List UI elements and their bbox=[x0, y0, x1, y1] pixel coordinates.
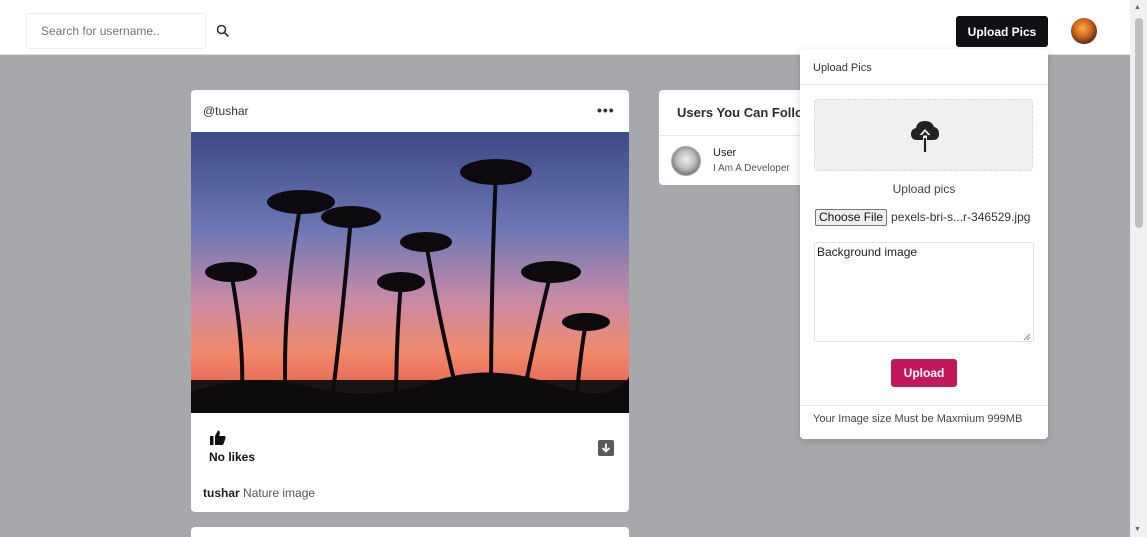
likes-count: No likes bbox=[209, 450, 256, 464]
suggested-user-bio: I Am A Developer bbox=[713, 163, 790, 174]
upload-submit-button[interactable]: Upload bbox=[891, 359, 957, 387]
selected-file-name: pexels-bri-s...r-346529.jpg bbox=[891, 210, 1031, 224]
search-input[interactable] bbox=[26, 13, 206, 49]
choose-file-button[interactable]: Choose File bbox=[815, 208, 888, 226]
scroll-up-icon[interactable]: ▲ bbox=[1134, 4, 1141, 11]
vertical-scrollbar[interactable]: ▲ ▼ bbox=[1130, 0, 1147, 537]
post-username[interactable]: @tushar bbox=[203, 104, 249, 118]
caption-username: tushar bbox=[203, 486, 240, 500]
suggested-user-name[interactable]: User bbox=[713, 147, 736, 159]
suggested-user-avatar[interactable] bbox=[671, 146, 701, 176]
divider bbox=[800, 84, 1048, 85]
avatar[interactable] bbox=[1071, 18, 1097, 44]
post-caption: tushar Nature image bbox=[203, 486, 315, 500]
top-navbar: Upload Pics bbox=[0, 0, 1130, 55]
upload-drop-zone[interactable] bbox=[814, 99, 1033, 171]
upload-panel: Upload Pics Upload pics Choose File pexe… bbox=[800, 49, 1048, 439]
post-card: @tushar ••• No likes tushar Nature image bbox=[191, 90, 629, 512]
search-icon[interactable] bbox=[216, 24, 229, 37]
upload-pics-button[interactable]: Upload Pics bbox=[956, 16, 1048, 47]
suggestions-title: Users You Can Follow bbox=[677, 105, 814, 120]
thumbs-up-icon[interactable] bbox=[210, 430, 226, 445]
scroll-down-icon[interactable]: ▼ bbox=[1134, 526, 1141, 533]
divider bbox=[800, 405, 1048, 406]
description-textarea[interactable]: Background image bbox=[814, 242, 1034, 342]
caption-text: Nature image bbox=[243, 486, 316, 500]
upload-size-note: Your Image size Must be Maxmium 999MB bbox=[813, 413, 1023, 425]
scrollbar-thumb[interactable] bbox=[1135, 18, 1143, 228]
cloud-upload-icon bbox=[911, 121, 939, 152]
resize-handle-icon[interactable] bbox=[1023, 333, 1031, 341]
post-card bbox=[191, 527, 629, 537]
post-image bbox=[191, 132, 629, 413]
upload-label: Upload pics bbox=[892, 182, 956, 196]
download-icon[interactable] bbox=[598, 440, 614, 456]
upload-panel-title: Upload Pics bbox=[813, 62, 872, 74]
file-input: Choose File pexels-bri-s...r-346529.jpg bbox=[815, 208, 1030, 226]
more-options-icon[interactable]: ••• bbox=[597, 102, 615, 118]
